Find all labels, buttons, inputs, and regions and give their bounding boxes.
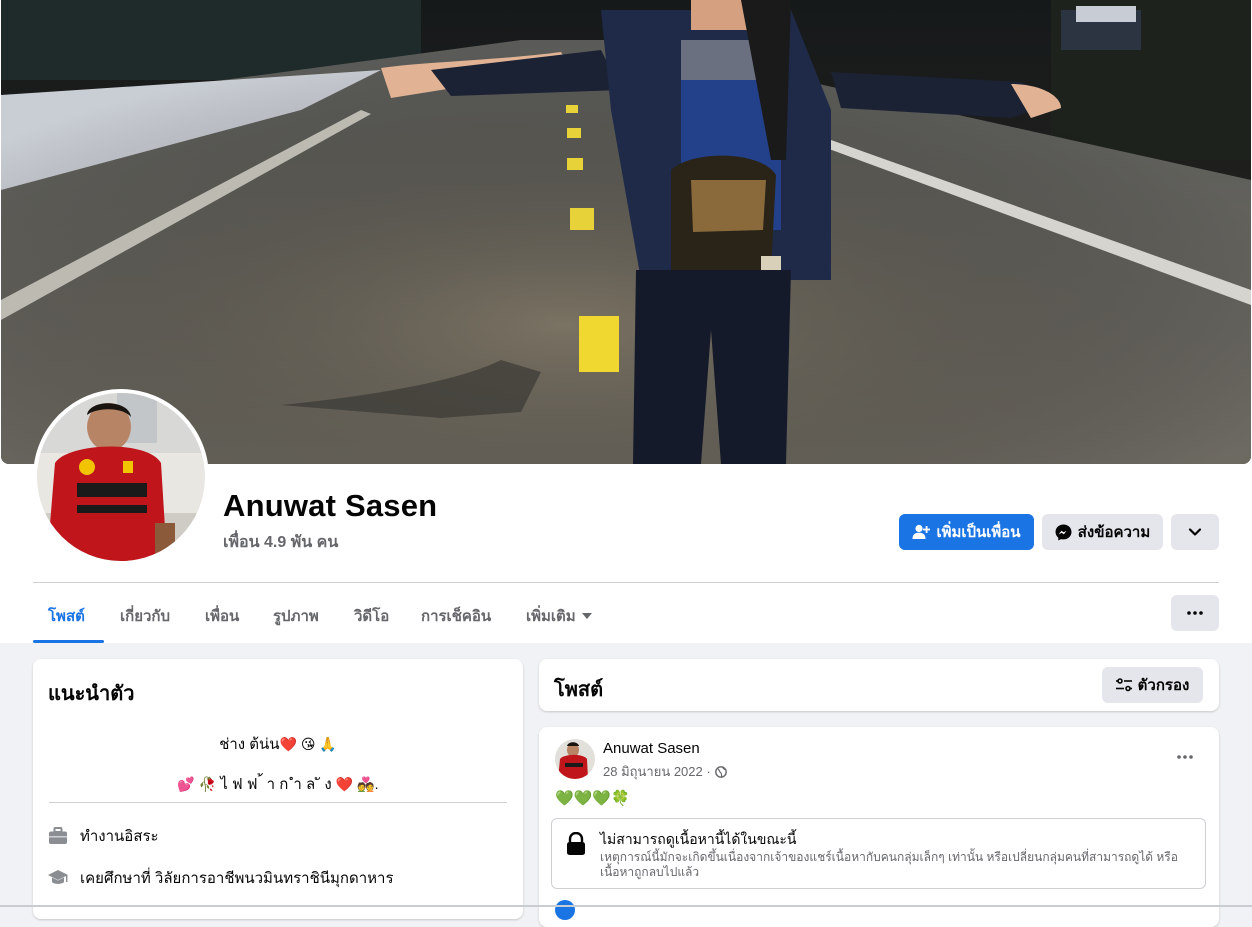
reaction-icon xyxy=(555,900,575,920)
tab-more-label: เพิ่มเติม xyxy=(526,608,576,625)
graduation-cap-icon xyxy=(48,868,68,888)
lock-icon xyxy=(567,832,585,855)
work-row: ทำงานอิสระ xyxy=(48,824,159,848)
tab-photos[interactable]: รูปภาพ xyxy=(273,604,319,628)
post-author[interactable]: Anuwat Sasen xyxy=(603,740,700,757)
tab-videos[interactable]: วิดีโอ xyxy=(354,604,389,628)
tab-checkins[interactable]: การเช็คอิน xyxy=(421,604,491,628)
tab-friends[interactable]: เพื่อน xyxy=(205,604,239,628)
post-date[interactable]: 28 มิถุนายน 2022 · xyxy=(603,761,711,782)
posts-header-card: โพสต์ ตัวกรอง xyxy=(539,659,1219,711)
cover-photo-image xyxy=(1,0,1251,464)
education-row: เคยศึกษาที่ วิลัยการอาชีพนวมินทราชินีมุก… xyxy=(48,866,394,890)
unavailable-title: ไม่สามารถดูเนื้อหานี้ได้ในขณะนี้ xyxy=(600,831,797,847)
profile-options-button[interactable] xyxy=(1171,514,1219,550)
bio-line-1-emoji: ❤️ 😘 🙏 xyxy=(279,736,337,752)
posts-title: โพสต์ xyxy=(554,679,604,701)
friends-count[interactable]: เพื่อน 4.9 พัน คน xyxy=(223,530,338,555)
post-author-avatar[interactable] xyxy=(555,739,595,779)
bio-line-1: ช่าง ต้น่น❤️ 😘 🙏 xyxy=(33,732,523,756)
briefcase-icon xyxy=(48,826,68,846)
tab-about[interactable]: เกี่ยวกับ xyxy=(120,604,170,628)
filter-button[interactable]: ตัวกรอง xyxy=(1102,667,1203,703)
profile-name: Anuwat Sasen xyxy=(223,488,438,523)
bio-line-2-emoji-pre: 💕 🥀 xyxy=(177,776,217,792)
more-icon xyxy=(1177,755,1193,759)
more-icon xyxy=(1187,611,1203,615)
post-text: 💚💚💚🍀 xyxy=(555,790,630,807)
education-text[interactable]: เคยศึกษาที่ วิลัยการอาชีพนวมินทราชินีมุก… xyxy=(80,866,394,890)
chevron-down-icon xyxy=(1188,528,1202,536)
header-divider xyxy=(33,582,1219,583)
message-label: ส่งข้อความ xyxy=(1077,524,1151,541)
work-text: ทำงานอิสระ xyxy=(80,828,159,845)
tab-posts[interactable]: โพสต์ xyxy=(48,604,85,628)
add-friend-label: เพิ่มเป็นเพื่อน xyxy=(936,524,1021,541)
avatar[interactable] xyxy=(37,393,205,561)
bio-line-1-text: ช่าง ต้น่น xyxy=(219,736,280,753)
unavailable-content-box: ไม่สามารถดูเนื้อหานี้ได้ในขณะนี้ เหตุการ… xyxy=(551,818,1206,889)
tabs-more-button[interactable] xyxy=(1171,595,1219,631)
avatar-image xyxy=(37,393,205,561)
bio-line-2: 💕 🥀 ไ ฟ ฟ ้ า ก ำ ล ั ง ❤️ 💑. xyxy=(33,772,523,796)
post-meta: 28 มิถุนายน 2022 · xyxy=(603,761,727,782)
messenger-icon xyxy=(1055,524,1072,540)
post-options-button[interactable] xyxy=(1171,745,1199,769)
message-button[interactable]: ส่งข้อความ xyxy=(1042,514,1163,550)
add-friend-icon xyxy=(912,524,931,539)
intro-title: แนะนำตัว xyxy=(48,683,135,705)
bio-line-2-emoji-post: ❤️ 💑. xyxy=(335,776,379,792)
add-friend-button[interactable]: เพิ่มเป็นเพื่อน xyxy=(899,514,1034,550)
bio-line-2-text: ไ ฟ ฟ ้ า ก ำ ล ั ง xyxy=(220,776,332,793)
globe-icon xyxy=(714,765,727,778)
active-tab-indicator xyxy=(33,640,104,643)
intro-divider xyxy=(49,802,507,803)
tab-more[interactable]: เพิ่มเติม xyxy=(526,604,592,628)
filter-label: ตัวกรอง xyxy=(1137,677,1190,694)
caret-down-icon xyxy=(581,613,592,619)
filter-icon xyxy=(1115,678,1132,692)
unavailable-description: เหตุการณ์นี้มักจะเกิดขึ้นเนื่องจากเจ้าขอ… xyxy=(600,850,1178,879)
cover-photo[interactable] xyxy=(1,0,1251,464)
